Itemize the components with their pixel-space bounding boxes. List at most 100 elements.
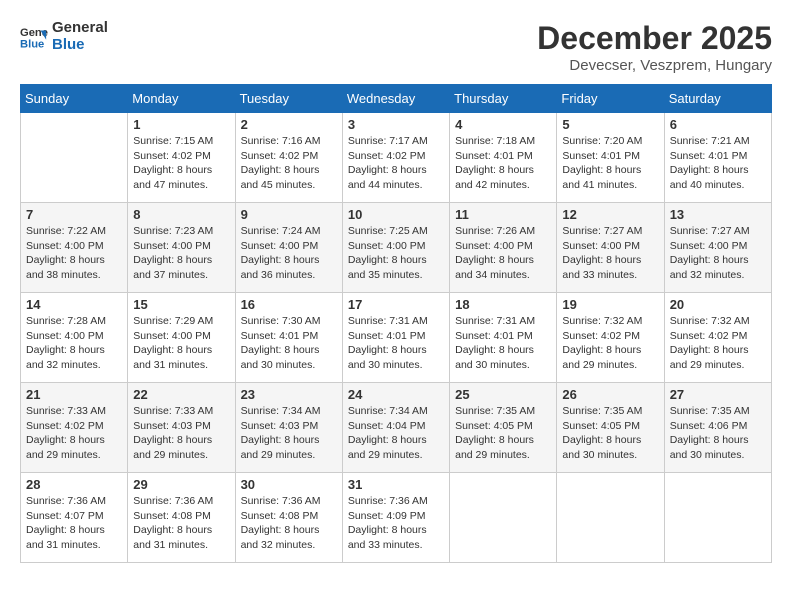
calendar-cell: 13 Sunrise: 7:27 AMSunset: 4:00 PMDaylig… [664,203,771,293]
day-info: Sunrise: 7:29 AMSunset: 4:00 PMDaylight:… [133,314,229,373]
day-number: 19 [562,297,658,312]
day-info: Sunrise: 7:24 AMSunset: 4:00 PMDaylight:… [241,224,337,283]
day-info: Sunrise: 7:22 AMSunset: 4:00 PMDaylight:… [26,224,122,283]
calendar-header-row: Sunday Monday Tuesday Wednesday Thursday… [21,85,772,113]
calendar-cell: 29 Sunrise: 7:36 AMSunset: 4:08 PMDaylig… [128,473,235,563]
calendar-cell: 25 Sunrise: 7:35 AMSunset: 4:05 PMDaylig… [450,383,557,473]
day-number: 16 [241,297,337,312]
col-friday: Friday [557,85,664,113]
day-number: 24 [348,387,444,402]
day-info: Sunrise: 7:32 AMSunset: 4:02 PMDaylight:… [562,314,658,373]
day-info: Sunrise: 7:35 AMSunset: 4:05 PMDaylight:… [562,404,658,463]
day-number: 10 [348,207,444,222]
day-number: 20 [670,297,766,312]
month-title: December 2025 [537,20,772,57]
location-title: Devecser, Veszprem, Hungary [537,57,772,74]
day-number: 13 [670,207,766,222]
calendar-cell [664,473,771,563]
calendar-cell: 27 Sunrise: 7:35 AMSunset: 4:06 PMDaylig… [664,383,771,473]
day-number: 30 [241,477,337,492]
week-row-0: 1 Sunrise: 7:15 AMSunset: 4:02 PMDayligh… [21,113,772,203]
day-number: 1 [133,117,229,132]
day-info: Sunrise: 7:34 AMSunset: 4:04 PMDaylight:… [348,404,444,463]
calendar-cell: 28 Sunrise: 7:36 AMSunset: 4:07 PMDaylig… [21,473,128,563]
day-number: 12 [562,207,658,222]
day-info: Sunrise: 7:31 AMSunset: 4:01 PMDaylight:… [348,314,444,373]
day-number: 9 [241,207,337,222]
day-number: 22 [133,387,229,402]
col-saturday: Saturday [664,85,771,113]
day-info: Sunrise: 7:16 AMSunset: 4:02 PMDaylight:… [241,134,337,193]
calendar-cell: 20 Sunrise: 7:32 AMSunset: 4:02 PMDaylig… [664,293,771,383]
day-number: 17 [348,297,444,312]
calendar-cell: 8 Sunrise: 7:23 AMSunset: 4:00 PMDayligh… [128,203,235,293]
day-number: 26 [562,387,658,402]
calendar-cell: 19 Sunrise: 7:32 AMSunset: 4:02 PMDaylig… [557,293,664,383]
col-thursday: Thursday [450,85,557,113]
day-number: 4 [455,117,551,132]
calendar-cell: 2 Sunrise: 7:16 AMSunset: 4:02 PMDayligh… [235,113,342,203]
day-number: 2 [241,117,337,132]
calendar-cell: 22 Sunrise: 7:33 AMSunset: 4:03 PMDaylig… [128,383,235,473]
day-number: 21 [26,387,122,402]
day-info: Sunrise: 7:35 AMSunset: 4:05 PMDaylight:… [455,404,551,463]
day-info: Sunrise: 7:31 AMSunset: 4:01 PMDaylight:… [455,314,551,373]
day-info: Sunrise: 7:33 AMSunset: 4:02 PMDaylight:… [26,404,122,463]
day-info: Sunrise: 7:36 AMSunset: 4:08 PMDaylight:… [241,494,337,553]
calendar-cell [557,473,664,563]
calendar-cell: 12 Sunrise: 7:27 AMSunset: 4:00 PMDaylig… [557,203,664,293]
calendar-cell: 17 Sunrise: 7:31 AMSunset: 4:01 PMDaylig… [342,293,449,383]
svg-text:Blue: Blue [20,38,44,50]
day-number: 25 [455,387,551,402]
calendar-cell [21,113,128,203]
col-wednesday: Wednesday [342,85,449,113]
day-info: Sunrise: 7:17 AMSunset: 4:02 PMDaylight:… [348,134,444,193]
day-number: 23 [241,387,337,402]
calendar-cell: 5 Sunrise: 7:20 AMSunset: 4:01 PMDayligh… [557,113,664,203]
col-tuesday: Tuesday [235,85,342,113]
day-number: 15 [133,297,229,312]
calendar-cell [450,473,557,563]
day-number: 8 [133,207,229,222]
day-info: Sunrise: 7:32 AMSunset: 4:02 PMDaylight:… [670,314,766,373]
day-info: Sunrise: 7:36 AMSunset: 4:09 PMDaylight:… [348,494,444,553]
day-info: Sunrise: 7:20 AMSunset: 4:01 PMDaylight:… [562,134,658,193]
day-number: 3 [348,117,444,132]
day-number: 31 [348,477,444,492]
day-info: Sunrise: 7:15 AMSunset: 4:02 PMDaylight:… [133,134,229,193]
logo-text-line1: General [52,20,108,37]
day-info: Sunrise: 7:23 AMSunset: 4:00 PMDaylight:… [133,224,229,283]
day-info: Sunrise: 7:26 AMSunset: 4:00 PMDaylight:… [455,224,551,283]
calendar-cell: 24 Sunrise: 7:34 AMSunset: 4:04 PMDaylig… [342,383,449,473]
day-info: Sunrise: 7:36 AMSunset: 4:07 PMDaylight:… [26,494,122,553]
calendar-cell: 15 Sunrise: 7:29 AMSunset: 4:00 PMDaylig… [128,293,235,383]
calendar-cell: 1 Sunrise: 7:15 AMSunset: 4:02 PMDayligh… [128,113,235,203]
calendar-cell: 26 Sunrise: 7:35 AMSunset: 4:05 PMDaylig… [557,383,664,473]
calendar-cell: 18 Sunrise: 7:31 AMSunset: 4:01 PMDaylig… [450,293,557,383]
header: General Blue General Blue December 2025 … [20,20,772,74]
logo-text-line2: Blue [52,37,108,54]
day-number: 18 [455,297,551,312]
week-row-3: 21 Sunrise: 7:33 AMSunset: 4:02 PMDaylig… [21,383,772,473]
logo: General Blue General Blue [20,20,108,53]
day-info: Sunrise: 7:27 AMSunset: 4:00 PMDaylight:… [670,224,766,283]
calendar-cell: 23 Sunrise: 7:34 AMSunset: 4:03 PMDaylig… [235,383,342,473]
week-row-2: 14 Sunrise: 7:28 AMSunset: 4:00 PMDaylig… [21,293,772,383]
day-info: Sunrise: 7:30 AMSunset: 4:01 PMDaylight:… [241,314,337,373]
day-number: 14 [26,297,122,312]
calendar-cell: 16 Sunrise: 7:30 AMSunset: 4:01 PMDaylig… [235,293,342,383]
day-number: 7 [26,207,122,222]
day-info: Sunrise: 7:18 AMSunset: 4:01 PMDaylight:… [455,134,551,193]
day-number: 29 [133,477,229,492]
calendar: Sunday Monday Tuesday Wednesday Thursday… [20,84,772,563]
calendar-cell: 10 Sunrise: 7:25 AMSunset: 4:00 PMDaylig… [342,203,449,293]
calendar-cell: 6 Sunrise: 7:21 AMSunset: 4:01 PMDayligh… [664,113,771,203]
calendar-cell: 21 Sunrise: 7:33 AMSunset: 4:02 PMDaylig… [21,383,128,473]
title-area: December 2025 Devecser, Veszprem, Hungar… [537,20,772,74]
calendar-cell: 11 Sunrise: 7:26 AMSunset: 4:00 PMDaylig… [450,203,557,293]
col-monday: Monday [128,85,235,113]
day-info: Sunrise: 7:28 AMSunset: 4:00 PMDaylight:… [26,314,122,373]
week-row-4: 28 Sunrise: 7:36 AMSunset: 4:07 PMDaylig… [21,473,772,563]
calendar-cell: 31 Sunrise: 7:36 AMSunset: 4:09 PMDaylig… [342,473,449,563]
col-sunday: Sunday [21,85,128,113]
